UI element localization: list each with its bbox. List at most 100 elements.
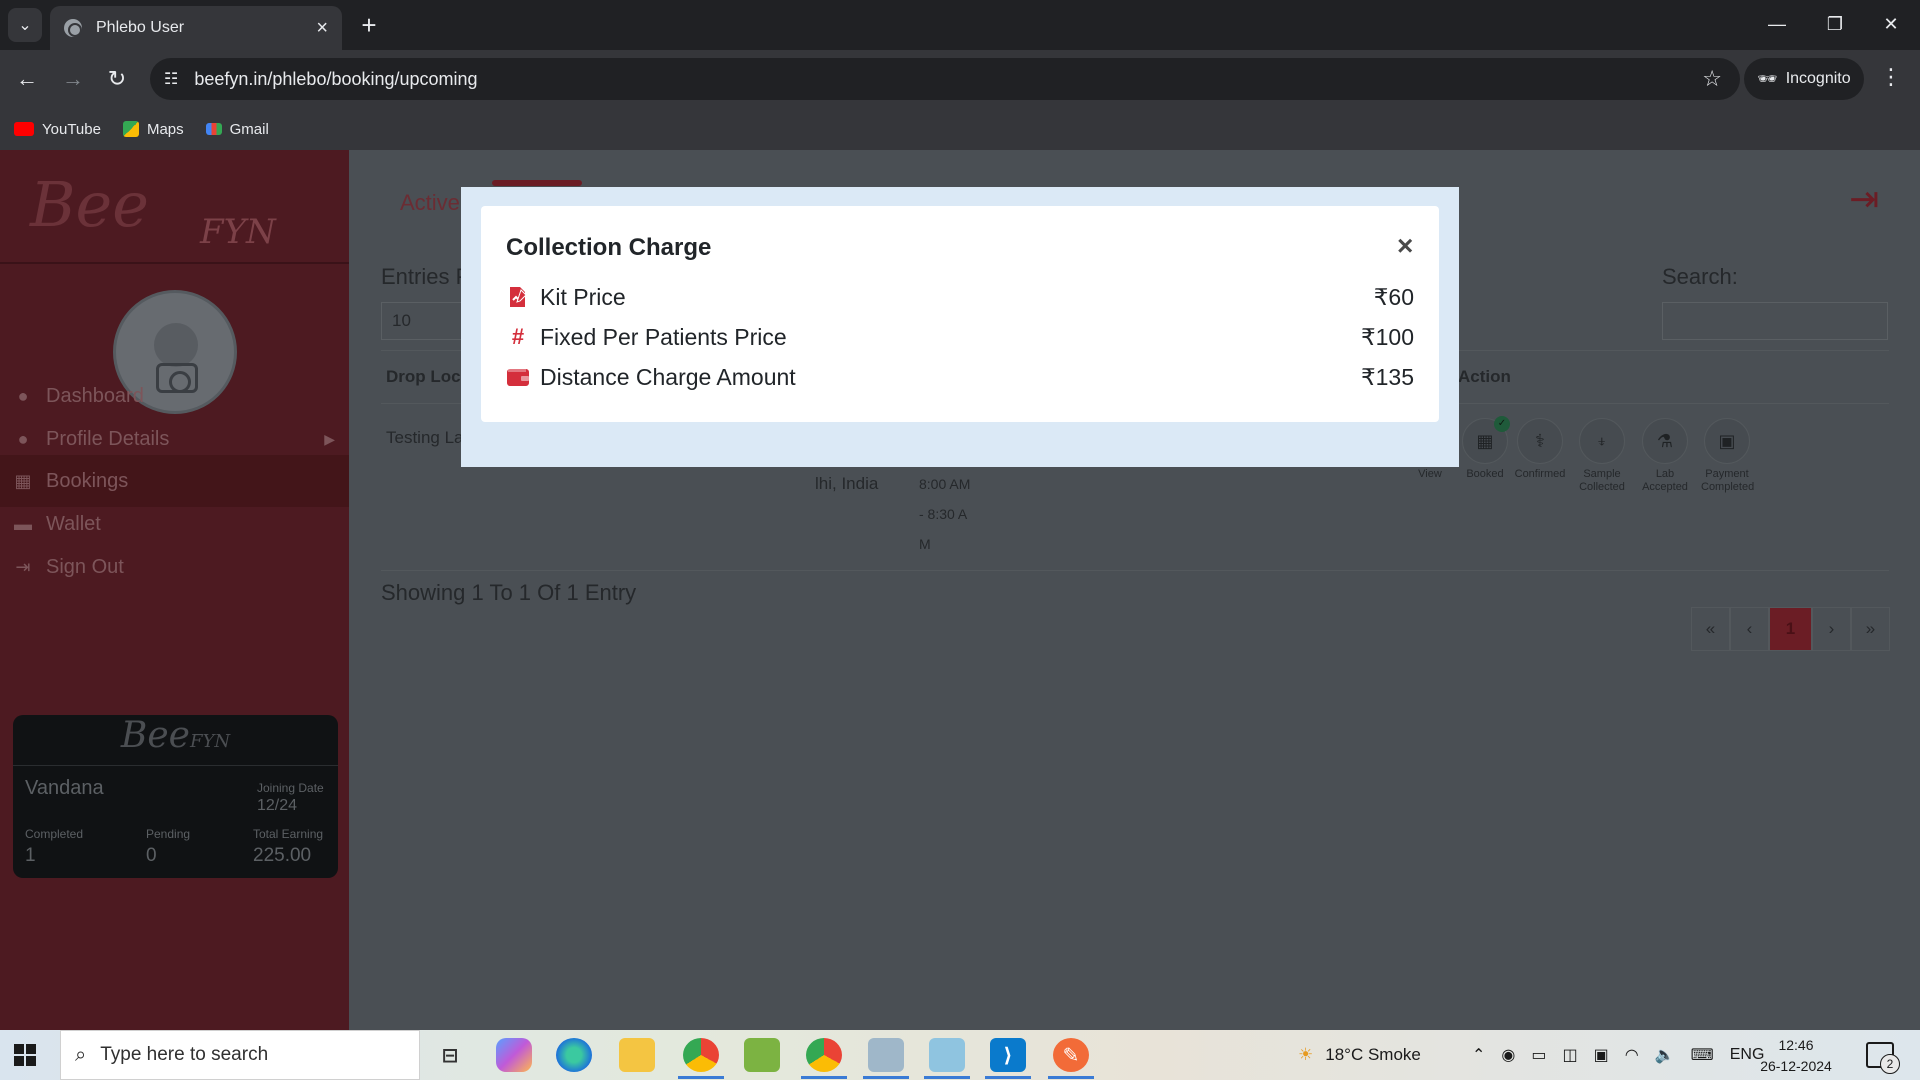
weather-widget[interactable]: ☀ 18°C Smoke [1298,1030,1421,1080]
forward-arrow-icon[interactable]: → [56,62,90,96]
column-drop-location[interactable]: Drop Loca [386,367,470,387]
pagination-prev[interactable]: ‹ [1730,607,1769,651]
search-input[interactable] [1662,302,1888,340]
bookmark-youtube[interactable]: YouTube [14,121,101,138]
action-sample-collected[interactable]: ⍖ Sample Collected [1576,418,1628,494]
weather-text: 18°C Smoke [1325,1045,1421,1064]
vscode-icon[interactable]: ⟩ [990,1038,1026,1072]
address-bar[interactable]: ☷ beefyn.in/phlebo/booking/upcoming ☆ [150,58,1740,100]
chrome-profile-icon[interactable] [806,1038,842,1072]
search-icon: ⌕ [75,1043,87,1066]
tray-battery-icon[interactable]: ▭ [1531,1045,1546,1065]
task-view-icon[interactable]: ⊟ [432,1038,468,1072]
total-earning-value: 225.00 [253,845,312,866]
tray-record-icon[interactable]: ◉ [1501,1045,1515,1065]
sidebar: Bee FYN ● Dashboard ● Profile Details ▶ … [0,150,349,1030]
windows-start-icon[interactable] [14,1044,36,1066]
restore-icon[interactable]: ❐ [1806,0,1864,48]
sidebar-item-label: Wallet [46,512,101,535]
tab-search-button[interactable]: ⌄ [8,8,42,42]
notes-app-icon[interactable] [929,1038,965,1072]
action-label: Confirmed [1514,468,1566,480]
tray-keyboard-icon[interactable]: ⌨ [1691,1045,1714,1065]
showing-entries-text: Showing 1 To 1 Of 1 Entry [381,580,637,605]
pagination-next[interactable]: › [1812,607,1851,651]
charge-row-kit-price: Kit Price ₹60 [506,280,1414,314]
tab-close-icon[interactable]: × [316,17,328,40]
sidebar-divider [0,262,349,264]
action-booked[interactable]: ▦ ✓ Booked [1459,416,1511,481]
entries-label: Entries P [381,264,471,289]
row-drop-location: Testing La [386,428,464,447]
tray-chevron-up-icon[interactable]: ⌃ [1472,1045,1485,1065]
pagination-page-1[interactable]: 1 [1769,607,1812,651]
user-name: Vandana [25,777,104,799]
action-label: Sample Collected [1579,468,1625,493]
tray-camera-icon[interactable]: ◫ [1563,1045,1578,1065]
charge-label: Fixed Per Patients Price [540,323,787,350]
window-close-icon[interactable]: ✕ [1862,0,1920,48]
pagination-last[interactable]: » [1851,607,1890,651]
charge-value: ₹135 [1360,363,1414,390]
total-earning-label: Total Earning [253,827,324,841]
new-tab-button[interactable]: + [354,10,384,40]
postman-icon[interactable]: ✎ [1053,1038,1089,1072]
weather-icon: ☀ [1298,1045,1314,1064]
minimize-icon[interactable]: — [1748,0,1806,48]
browser-menu-icon[interactable]: ⋮ [1880,64,1902,90]
taskbar-search-input[interactable]: ⌕ Type here to search [60,1030,420,1080]
tab-active[interactable]: Active [400,190,460,216]
sign-out-icon: ⇥ [15,556,31,577]
browser-tab[interactable]: Phlebo User × [50,6,342,50]
completed-value: 1 [25,845,36,866]
action-confirmed[interactable]: ⚕ Confirmed [1514,418,1566,481]
palette-icon: ● [17,385,29,406]
clock-time: 12:46 [1778,1037,1814,1053]
copilot-icon[interactable] [496,1038,532,1072]
logout-icon[interactable]: ⇥ [1849,178,1879,220]
column-action: Action [1458,367,1511,386]
wallet-icon: ▬ [14,513,32,534]
chrome-profile-indicator [801,1076,847,1079]
vscode-indicator [985,1076,1031,1079]
chrome-icon[interactable] [683,1038,719,1072]
sidebar-item-sign-out[interactable]: ⇥ Sign Out [0,541,349,593]
charge-label: Distance Charge Amount [540,363,796,390]
hash-icon: # [511,324,525,349]
sidebar-item-label: Profile Details [46,427,170,450]
charge-row-fixed-per-patient: # Fixed Per Patients Price ₹100 [506,320,1414,354]
tray-volume-icon[interactable]: 🔈 [1655,1045,1675,1065]
action-label: Lab Accepted [1642,468,1688,493]
clock[interactable]: 12:46 26-12-2024 [1756,1035,1836,1077]
wallet-icon [506,365,530,389]
row-time-end: - 8:30 A [919,506,968,522]
bookmark-star-icon[interactable]: ☆ [1702,66,1722,92]
row-time-suffix: M [919,536,931,552]
modal-close-button[interactable]: × [1397,230,1413,262]
notes-app-indicator [924,1076,970,1079]
beefyn-logo: Bee FYN [30,168,280,252]
edge-icon[interactable] [556,1038,592,1072]
network-app-icon[interactable] [868,1038,904,1072]
tray-wifi-icon[interactable]: ◠ [1625,1045,1639,1065]
sidebar-item-label: Sign Out [46,555,124,578]
action-payment-completed[interactable]: ▣ Payment Completed [1701,418,1754,494]
bookmark-gmail[interactable]: Gmail [205,121,269,138]
bookmark-maps[interactable]: Maps [122,121,184,138]
pagination-first[interactable]: « [1691,607,1730,651]
joining-date-label: Joining Date [257,781,324,795]
incognito-badge[interactable]: 🕶 Incognito [1744,58,1864,100]
tray-display-icon[interactable]: ▣ [1594,1045,1609,1065]
reload-icon[interactable]: ↻ [100,62,134,96]
action-lab-accepted[interactable]: ⚗ Lab Accepted [1639,418,1691,494]
back-arrow-icon[interactable]: ← [10,62,44,96]
tab-title: Phlebo User [96,19,185,36]
app-icon-green[interactable] [744,1038,780,1072]
site-settings-icon[interactable]: ☷ [164,69,178,89]
file-explorer-icon[interactable] [619,1038,655,1072]
pending-value: 0 [146,845,157,866]
check-badge-icon: ✓ [1494,416,1510,432]
youtube-icon [14,122,34,136]
url-text: beefyn.in/phlebo/booking/upcoming [194,68,478,89]
entries-select[interactable]: 10 [381,302,471,340]
